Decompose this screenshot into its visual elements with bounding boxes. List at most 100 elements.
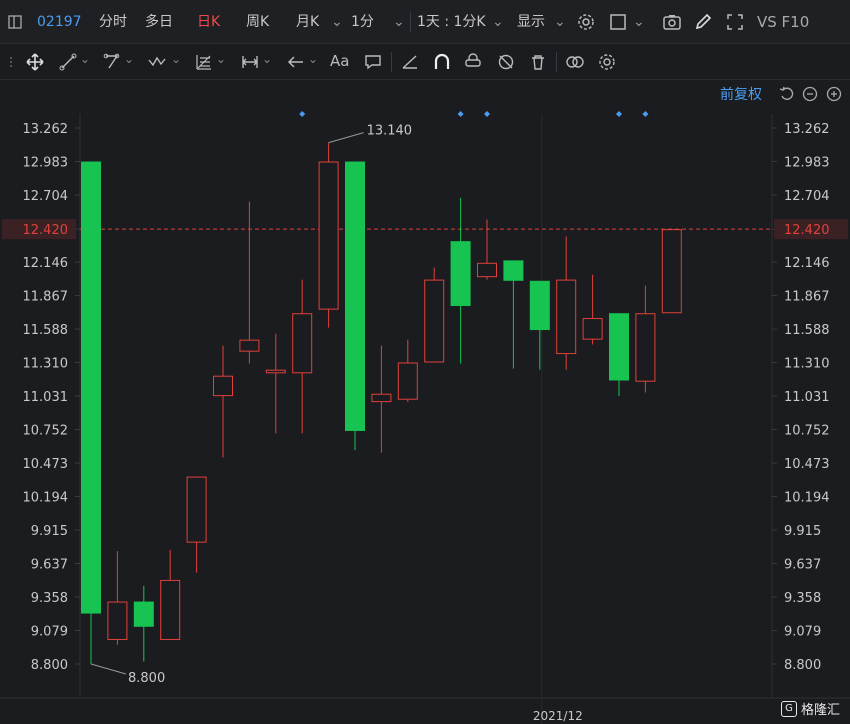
divider [556, 52, 557, 72]
vs-f10-button[interactable]: VS F10 [757, 0, 809, 44]
zoom-in-icon[interactable] [826, 86, 842, 102]
candle-body-up[interactable] [239, 339, 260, 352]
tab-day-k[interactable]: 日K [197, 0, 220, 44]
high-price-label: 13.140 [367, 124, 413, 139]
y-tick-label-right: 12.704 [784, 189, 830, 204]
adjust-mode-button[interactable]: 前复权 [720, 84, 762, 104]
kline-chart[interactable]: 13.262 13.262 12.983 12.983 12.704 12.704 12.4… [0, 80, 850, 724]
y-tick-label-left: 9.358 [31, 591, 68, 606]
magnet-icon[interactable] [432, 52, 454, 72]
y-tick-label-left: 12.420 [23, 223, 69, 238]
candle-body-down[interactable] [450, 241, 471, 307]
event-marker-icon[interactable] [616, 111, 622, 117]
fibonacci-icon[interactable] [194, 52, 216, 72]
candle-body-up[interactable] [371, 393, 392, 403]
text-tool-icon[interactable]: Aa [330, 52, 352, 72]
candle-body-up[interactable] [107, 601, 128, 640]
trend-line-icon[interactable] [58, 52, 80, 72]
candle-body-down[interactable] [81, 161, 101, 614]
tab-1min[interactable]: 1分 [351, 0, 374, 44]
candle-body-down[interactable] [609, 313, 629, 381]
menu-icon[interactable] [8, 0, 22, 44]
chevron-down-icon[interactable]: ⌄ [492, 0, 504, 44]
low-price-label: 8.800 [128, 671, 165, 686]
ruler-icon[interactable] [400, 52, 422, 72]
tab-fenshi[interactable]: 分时 [99, 0, 127, 44]
camera-icon[interactable] [662, 0, 682, 44]
y-tick-label-left: 12.983 [23, 156, 69, 171]
fullscreen-icon[interactable] [726, 0, 744, 44]
chevron-down-icon[interactable]: ⌄ [262, 52, 284, 72]
y-tick-label-right: 9.358 [784, 591, 821, 606]
range-icon[interactable] [240, 52, 262, 72]
candle-body-up[interactable] [582, 318, 603, 340]
square-icon[interactable] [609, 0, 627, 44]
low-label-leader [90, 663, 127, 675]
tab-week-k[interactable]: 周K [246, 0, 269, 44]
chevron-down-icon[interactable]: ⌄ [171, 52, 193, 72]
y-tick-label-left: 12.146 [23, 256, 69, 271]
y-tick-label-left: 10.473 [23, 457, 69, 472]
chevron-down-icon[interactable]: ⌄ [124, 52, 146, 72]
gear-icon[interactable] [577, 0, 595, 44]
gear-icon[interactable] [597, 52, 619, 72]
polyline-icon[interactable] [103, 52, 125, 72]
zoom-out-icon[interactable] [802, 86, 818, 102]
candle-body-down[interactable] [133, 601, 154, 627]
display-menu[interactable]: 显示 [517, 0, 545, 44]
compare-icon[interactable] [565, 52, 587, 72]
move-icon[interactable] [25, 52, 47, 72]
candle-body-up[interactable] [318, 161, 339, 310]
y-tick-label-left: 10.194 [23, 491, 69, 506]
trash-icon[interactable] [528, 52, 550, 72]
candle-body-up[interactable] [397, 362, 418, 400]
chevron-down-icon[interactable]: ⌄ [554, 0, 566, 44]
high-label-leader [328, 132, 364, 144]
arrow-left-icon[interactable] [286, 52, 308, 72]
comment-icon[interactable] [363, 52, 385, 72]
stock-symbol[interactable]: 02197 [37, 0, 82, 44]
chevron-down-icon[interactable]: ⌄ [216, 52, 238, 72]
y-tick-label-right: 9.079 [784, 624, 821, 639]
chevron-down-icon[interactable]: ⌄ [331, 0, 343, 44]
candle-body-up[interactable] [477, 262, 497, 278]
event-marker-icon[interactable] [642, 111, 649, 117]
candle-body-down[interactable] [529, 280, 550, 331]
chevron-down-icon[interactable]: ⌄ [308, 52, 330, 72]
top-bar: 02197 分时 多日 日K 周K 月K ⌄ 1分 ⌄ 1天 : 1分K ⌄ 显… [0, 0, 850, 44]
y-tick-label-left: 11.310 [23, 356, 69, 371]
tab-duori[interactable]: 多日 [145, 0, 173, 44]
lock-icon[interactable] [463, 52, 485, 72]
chevron-down-icon[interactable]: ⌄ [393, 0, 405, 44]
candle-body-up[interactable] [213, 375, 233, 397]
y-tick-label-right: 8.800 [784, 658, 821, 673]
reset-icon[interactable] [779, 86, 795, 102]
candle-body-down[interactable] [345, 161, 365, 431]
candle-body-up[interactable] [424, 279, 445, 363]
candle-body-up[interactable] [186, 476, 207, 543]
candle-body-up[interactable] [556, 279, 577, 355]
candle-body-up[interactable] [265, 369, 286, 374]
candle-body-up[interactable] [635, 313, 656, 382]
candle-body-down[interactable] [503, 260, 524, 281]
chevron-down-icon[interactable]: ⌄ [80, 52, 102, 72]
candle-body-up[interactable] [661, 229, 682, 314]
tab-month-k[interactable]: 月K [296, 0, 319, 44]
y-tick-label-right: 10.752 [784, 424, 830, 439]
divider [410, 12, 411, 32]
chevron-down-icon[interactable]: ⌄ [633, 0, 645, 44]
wave-icon[interactable] [147, 52, 169, 72]
brand-logo-icon: G [780, 700, 797, 717]
hide-icon[interactable] [496, 52, 518, 72]
event-marker-icon[interactable] [299, 111, 306, 117]
kline-svg[interactable]: 13.262 13.262 12.983 12.983 12.704 12.704 12.4… [0, 80, 850, 724]
divider [391, 52, 392, 72]
period-selector[interactable]: 1天 : 1分K [417, 0, 486, 44]
candle-body-up[interactable] [292, 313, 313, 374]
y-tick-label-right: 12.420 [784, 223, 830, 238]
event-marker-icon[interactable] [484, 111, 490, 117]
pencil-icon[interactable] [694, 0, 712, 44]
y-tick-label-right: 12.146 [784, 256, 830, 271]
candle-body-up[interactable] [160, 579, 181, 640]
event-marker-icon[interactable] [457, 111, 464, 117]
